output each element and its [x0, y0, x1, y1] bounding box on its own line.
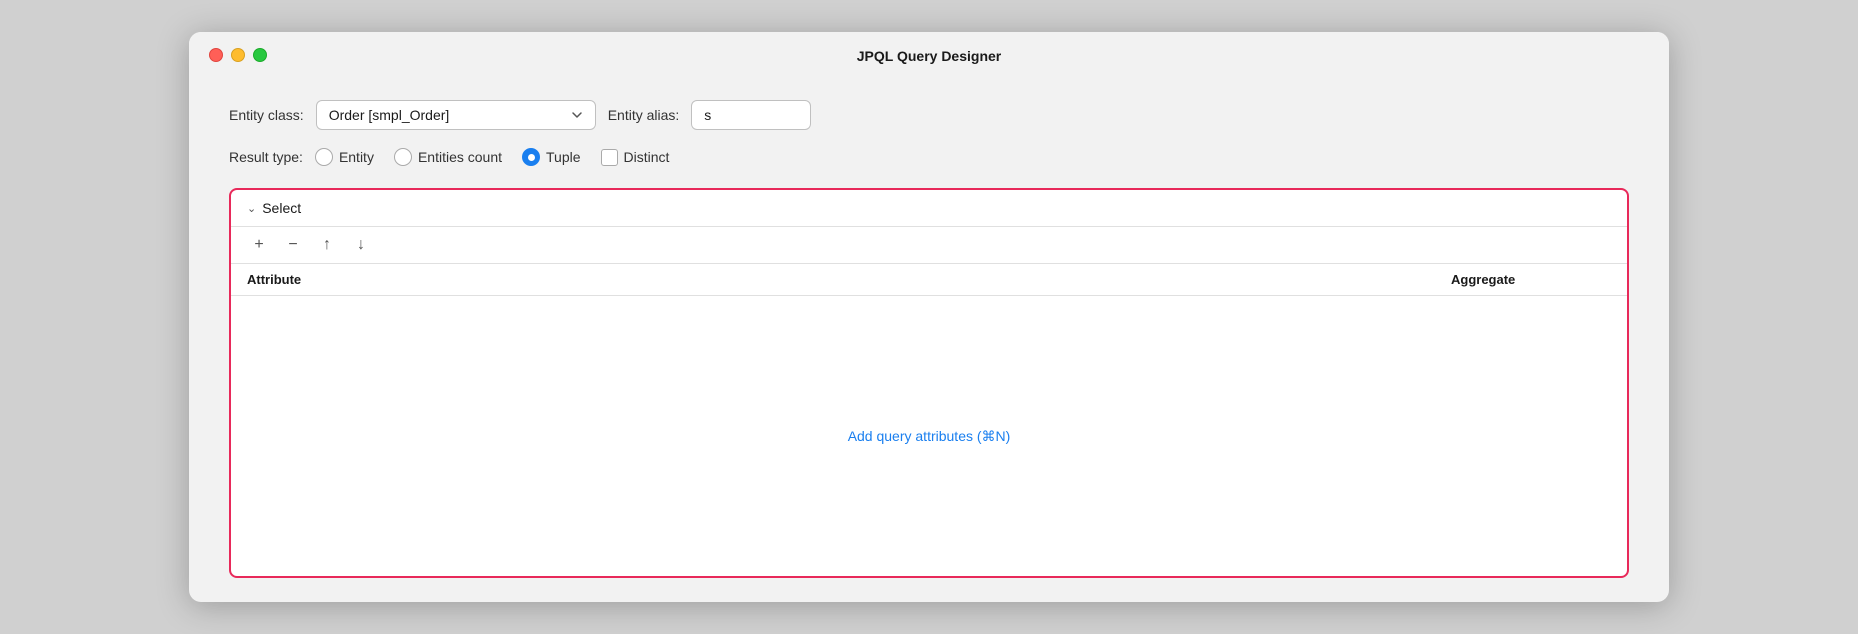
window-title: JPQL Query Designer	[857, 48, 1001, 64]
table-header: Attribute Aggregate	[231, 264, 1627, 296]
col-aggregate-header: Aggregate	[1451, 272, 1611, 287]
main-window: JPQL Query Designer Entity class: Order …	[189, 32, 1669, 602]
entity-class-value: Order [smpl_Order]	[329, 107, 450, 123]
move-up-button[interactable]: ↑	[315, 233, 339, 257]
radio-tuple-inner	[528, 154, 535, 161]
panel-header: ⌄ Select	[231, 190, 1627, 227]
distinct-label: Distinct	[624, 149, 670, 165]
radio-entity-control[interactable]	[315, 148, 333, 166]
radio-entities-count[interactable]: Entities count	[394, 148, 502, 166]
col-attribute-header: Attribute	[247, 272, 1451, 287]
chevron-down-icon	[571, 109, 583, 121]
entity-class-label: Entity class:	[229, 107, 304, 123]
result-type-row: Result type: Entity Entities count	[229, 148, 1629, 166]
radio-entity-label: Entity	[339, 149, 374, 165]
toolbar: + − ↑ ↓	[231, 227, 1627, 264]
remove-button[interactable]: −	[281, 233, 305, 257]
select-panel: ⌄ Select + − ↑ ↓ Attribute Aggregate Add…	[229, 188, 1629, 578]
minimize-button[interactable]	[231, 48, 245, 62]
radio-tuple[interactable]: Tuple	[522, 148, 581, 166]
radio-entities-count-label: Entities count	[418, 149, 502, 165]
add-query-attributes-link[interactable]: Add query attributes (⌘N)	[848, 428, 1011, 445]
window-controls	[209, 48, 267, 62]
radio-entity[interactable]: Entity	[315, 148, 374, 166]
add-button[interactable]: +	[247, 233, 271, 257]
table-body: Add query attributes (⌘N)	[231, 296, 1627, 576]
radio-entities-count-control[interactable]	[394, 148, 412, 166]
entity-class-row: Entity class: Order [smpl_Order] Entity …	[229, 100, 1629, 130]
result-type-label: Result type:	[229, 149, 303, 165]
panel-title: Select	[262, 200, 301, 216]
chevron-icon: ⌄	[247, 202, 256, 215]
title-bar: JPQL Query Designer	[189, 32, 1669, 76]
entity-alias-input[interactable]	[691, 100, 811, 130]
content-area: Entity class: Order [smpl_Order] Entity …	[189, 76, 1669, 602]
entity-alias-label: Entity alias:	[608, 107, 680, 123]
entity-class-select[interactable]: Order [smpl_Order]	[316, 100, 596, 130]
result-type-options: Entity Entities count Tuple	[315, 148, 670, 166]
close-button[interactable]	[209, 48, 223, 62]
maximize-button[interactable]	[253, 48, 267, 62]
move-down-button[interactable]: ↓	[349, 233, 373, 257]
distinct-checkbox[interactable]	[601, 149, 618, 166]
radio-tuple-label: Tuple	[546, 149, 581, 165]
radio-tuple-control[interactable]	[522, 148, 540, 166]
distinct-checkbox-group[interactable]: Distinct	[601, 149, 670, 166]
